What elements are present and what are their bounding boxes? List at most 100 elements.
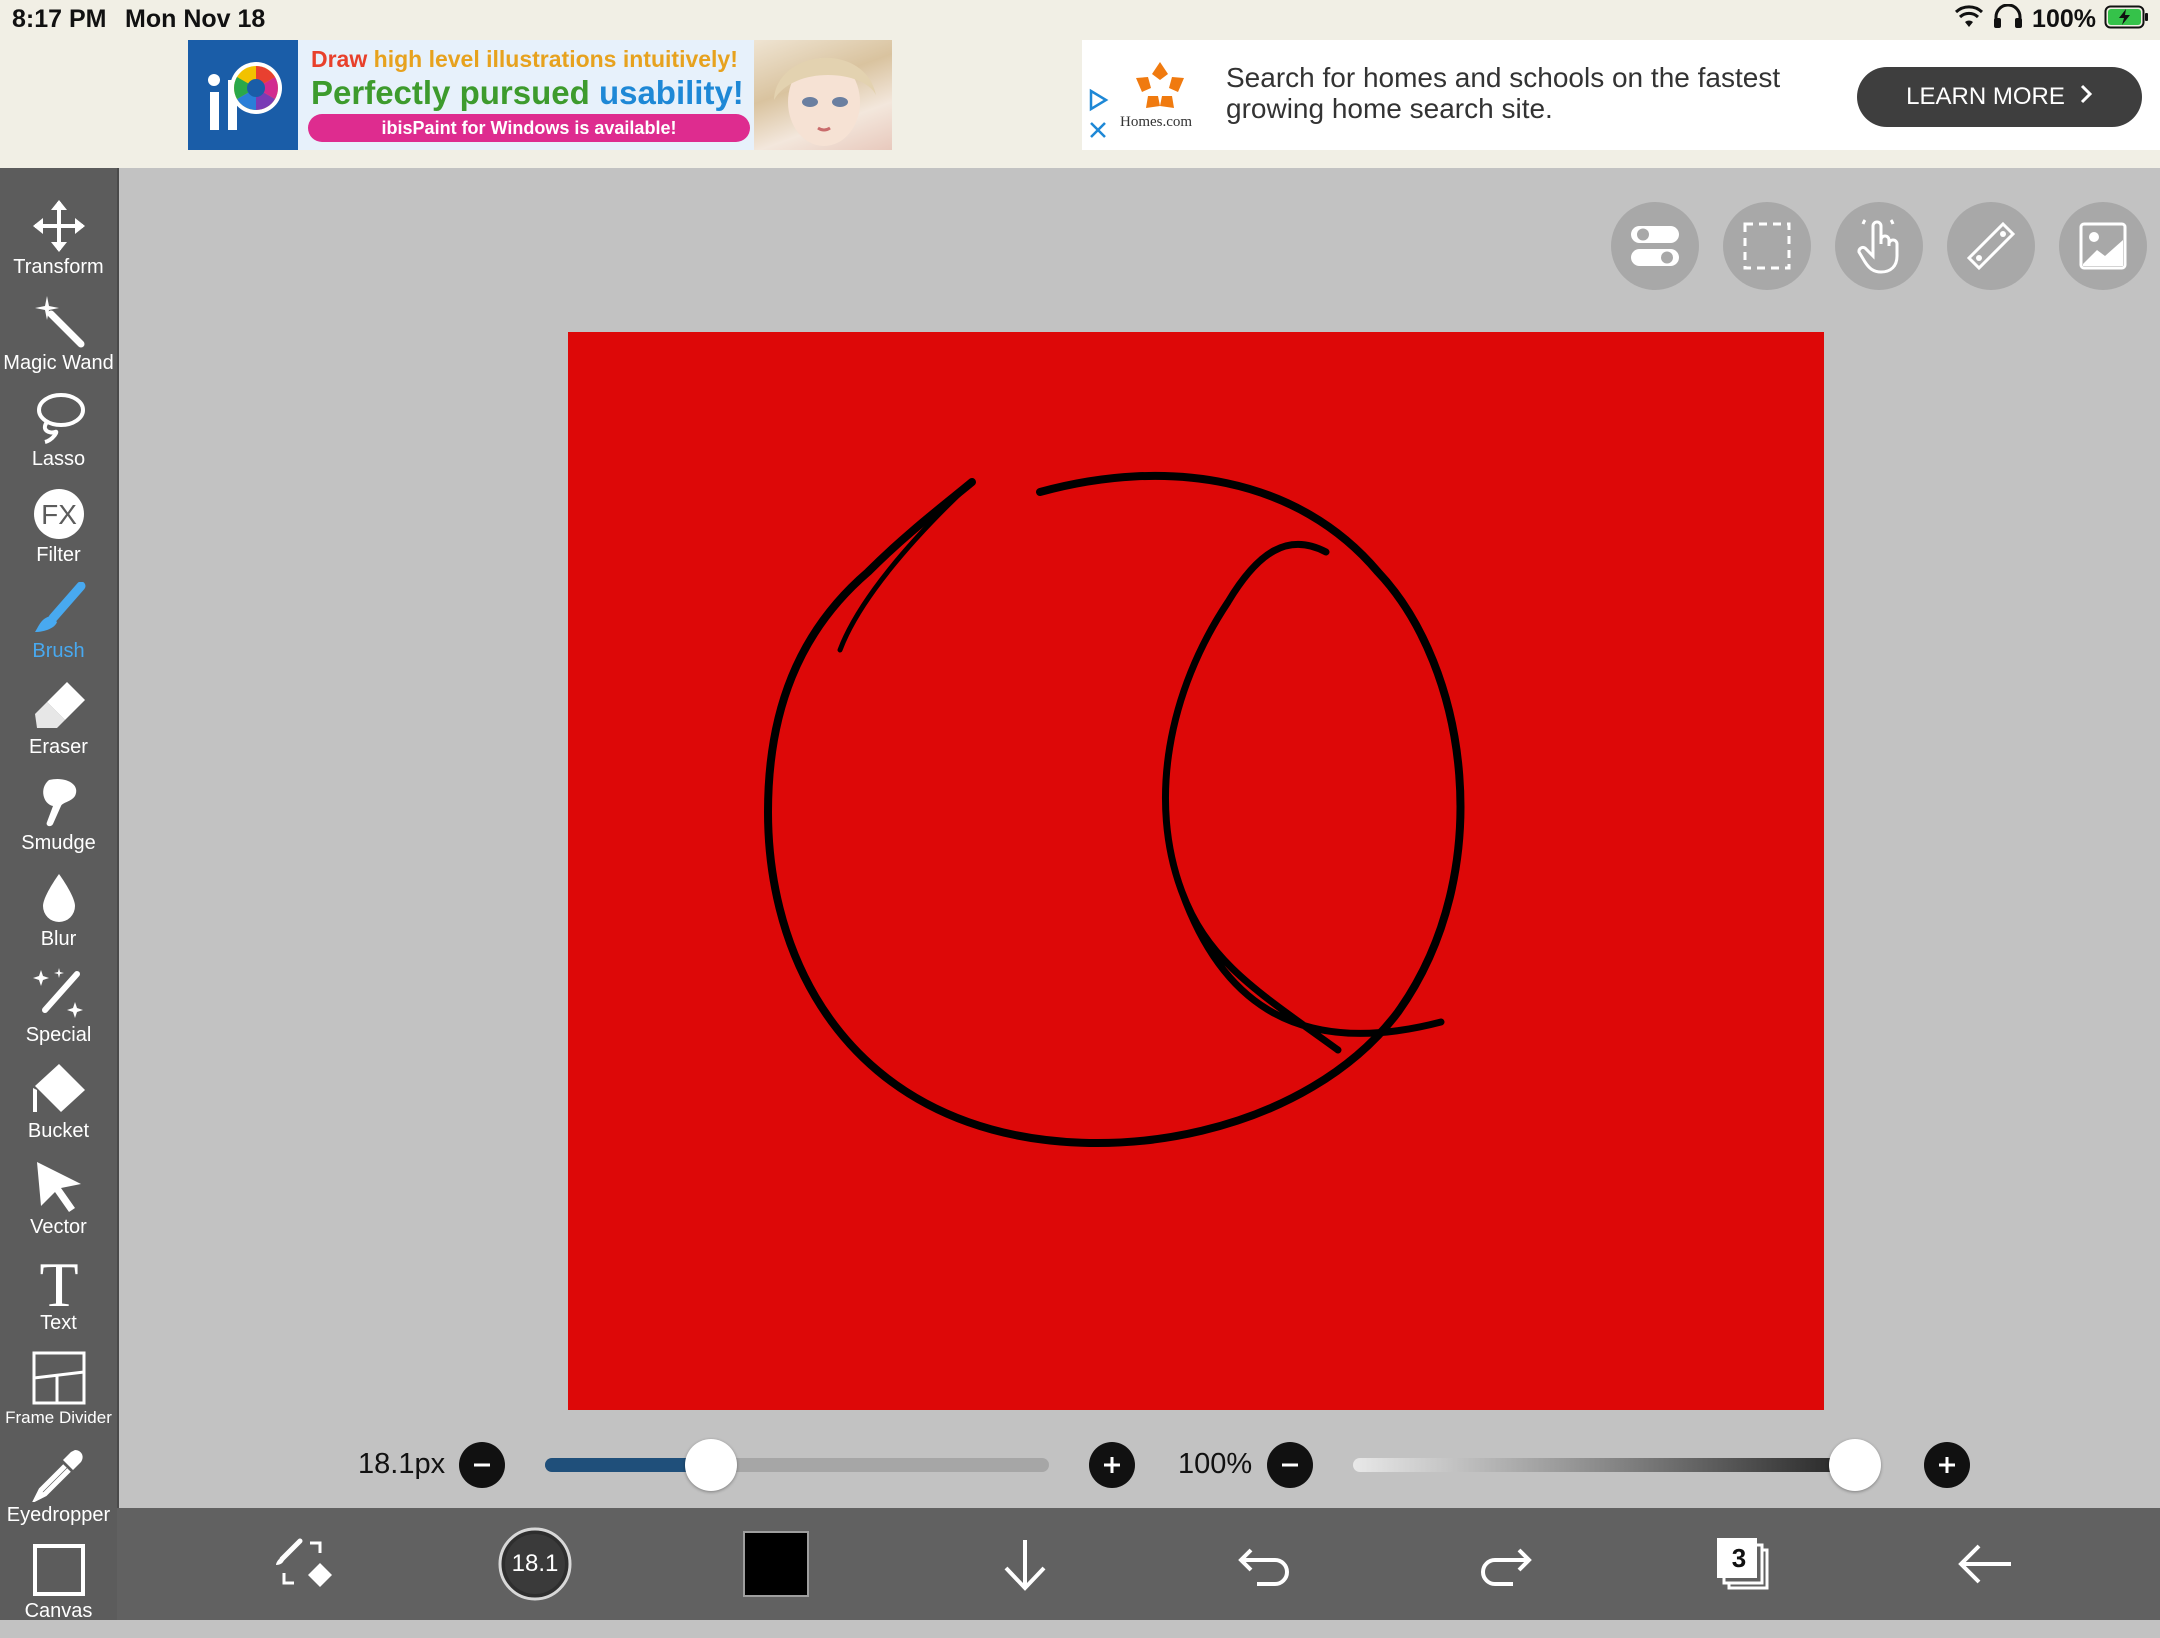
tool-label: Eraser [29, 736, 88, 758]
tool-text[interactable]: T Text [0, 1254, 117, 1350]
tool-label: Lasso [31, 448, 86, 470]
tool-label: Special [25, 1024, 92, 1046]
reference-image-button[interactable] [2059, 202, 2147, 290]
status-indicators: 100% [1954, 3, 2150, 35]
tool-lasso[interactable]: Lasso [0, 390, 117, 486]
homes-ad-text: Search for homes and schools on the fast… [1226, 62, 1781, 124]
homes-ad-banner[interactable]: Homes.com Search for homes and schools o… [1082, 40, 2160, 150]
brush-preview-button[interactable]: 18.1 [497, 1526, 573, 1602]
layers-button[interactable]: 3 [1705, 1526, 1781, 1602]
touch-gesture-button[interactable] [1835, 202, 1923, 290]
tool-filter[interactable]: FX Filter [0, 486, 117, 582]
ibis-headline-part2: high level [373, 46, 480, 72]
move-arrows-icon [32, 200, 85, 252]
ibis-subheadline-part2: usability! [598, 74, 744, 111]
opacity-slider[interactable] [1353, 1439, 1881, 1491]
learn-more-label: LEARN MORE [1906, 83, 2065, 110]
battery-percent: 100% [2032, 4, 2096, 33]
magic-wand-icon [34, 296, 84, 348]
canvas-icon [32, 1544, 85, 1596]
tool-label: Magic Wand [3, 352, 114, 374]
ibis-subheadline-part1: Perfectly pursued [311, 74, 590, 111]
battery-charging-icon [2104, 4, 2150, 35]
toggle-settings-button[interactable] [1611, 202, 1699, 290]
tool-blur[interactable]: Blur [0, 870, 117, 966]
color-swatch-button[interactable] [743, 1526, 809, 1602]
tool-transform[interactable]: Transform [0, 198, 117, 294]
ibis-subheadline: Perfectly pursued usability! [311, 74, 744, 112]
brush-size-value: 18.1px [358, 1448, 446, 1480]
svg-text:FX: FX [41, 499, 77, 530]
frame-divider-icon [32, 1351, 85, 1405]
brush-eraser-swap-button[interactable] [267, 1526, 343, 1602]
tool-frame-divider[interactable]: Frame Divider [0, 1350, 117, 1446]
ad-character-illustration [754, 40, 892, 150]
eyedropper-icon [31, 1450, 83, 1502]
sparkle-pen-icon [32, 968, 83, 1018]
learn-more-button[interactable]: LEARN MORE [1857, 67, 2142, 127]
brush-size-slider-knob[interactable] [685, 1439, 738, 1491]
svg-text:T: T [39, 1254, 78, 1310]
tool-label: Blur [40, 928, 77, 950]
tool-bucket[interactable]: Bucket [0, 1062, 117, 1158]
layer-down-button[interactable] [987, 1526, 1063, 1602]
tool-brush[interactable]: Brush [0, 582, 117, 678]
ibispaint-ad-banner[interactable]: Draw high level illustrations intuitivel… [188, 40, 892, 150]
current-color-swatch [743, 1531, 809, 1597]
tool-label: Text [40, 1312, 77, 1334]
layer-count: 3 [1731, 1543, 1747, 1573]
status-bar: 8:17 PM Mon Nov 18 100% [0, 0, 2160, 38]
brush-icon [34, 582, 85, 632]
tool-label: Eyedropper [6, 1504, 111, 1526]
swap-brush-eraser-icon [276, 1538, 332, 1587]
selection-button[interactable] [1723, 202, 1811, 290]
arrow-left-icon [1958, 1544, 2011, 1584]
text-t-icon: T [39, 1254, 78, 1310]
tool-eyedropper[interactable]: Eyedropper [0, 1446, 117, 1542]
drawing-canvas[interactable] [568, 332, 1824, 1410]
undo-icon [1238, 1548, 1289, 1586]
ibispaint-logo-icon [188, 40, 298, 150]
undo-button[interactable] [1227, 1526, 1303, 1602]
redo-icon [1481, 1548, 1532, 1586]
brush-size-decrease-button[interactable] [459, 1442, 505, 1488]
opacity-increase-button[interactable] [1924, 1442, 1970, 1488]
tool-canvas[interactable]: Canvas [0, 1542, 117, 1638]
brush-preview-label: 18.1 [511, 1550, 559, 1577]
brush-size-increase-button[interactable] [1089, 1442, 1135, 1488]
ibis-headline: Draw high level illustrations intuitivel… [311, 46, 738, 73]
crescent-stroke [1161, 540, 1445, 1054]
ruler-button[interactable] [1947, 202, 2035, 290]
ad-close-icon[interactable] [1088, 120, 1108, 145]
circle-stroke [763, 471, 1465, 1147]
ibis-windows-pill: ibisPaint for Windows is available! [308, 114, 750, 142]
tool-special[interactable]: Special [0, 966, 117, 1062]
eraser-icon [34, 682, 85, 728]
redo-button[interactable] [1467, 1526, 1543, 1602]
bottom-toolbar: 18.1 3 [117, 1508, 2160, 1620]
opacity-slider-knob[interactable] [1829, 1439, 1881, 1491]
adchoices-icon[interactable] [1086, 88, 1110, 117]
tool-eraser[interactable]: Eraser [0, 678, 117, 774]
cursor-arrow-icon [36, 1162, 81, 1212]
tool-smudge[interactable]: Smudge [0, 774, 117, 870]
arrow-down-icon [1004, 1540, 1046, 1591]
ruler-icon [1966, 221, 2016, 271]
drop-icon [42, 874, 75, 922]
chevron-right-icon [2079, 83, 2093, 112]
tool-magic-wand[interactable]: Magic Wand [0, 294, 117, 390]
hand-touch-icon [1857, 219, 1899, 274]
tool-sidebar: Transform Magic Wand Lasso FX Filter Bru… [0, 168, 119, 1622]
brush-size-slider[interactable] [545, 1439, 1049, 1491]
tool-label: Frame Divider [5, 1408, 112, 1427]
status-time: 8:17 PM [12, 5, 107, 33]
opacity-decrease-button[interactable] [1267, 1442, 1313, 1488]
toggle-switch-icon [1631, 226, 1679, 266]
homes-brand-text: Homes.com [1120, 114, 1193, 130]
ibis-headline-part1: Draw [311, 46, 368, 72]
tool-vector[interactable]: Vector [0, 1158, 117, 1254]
back-button[interactable] [1947, 1526, 2023, 1602]
tool-label: Brush [32, 640, 85, 662]
circle-overlap-stroke [837, 479, 975, 653]
top-banner-area: 8:17 PM Mon Nov 18 100% Draw high level … [0, 0, 2160, 168]
